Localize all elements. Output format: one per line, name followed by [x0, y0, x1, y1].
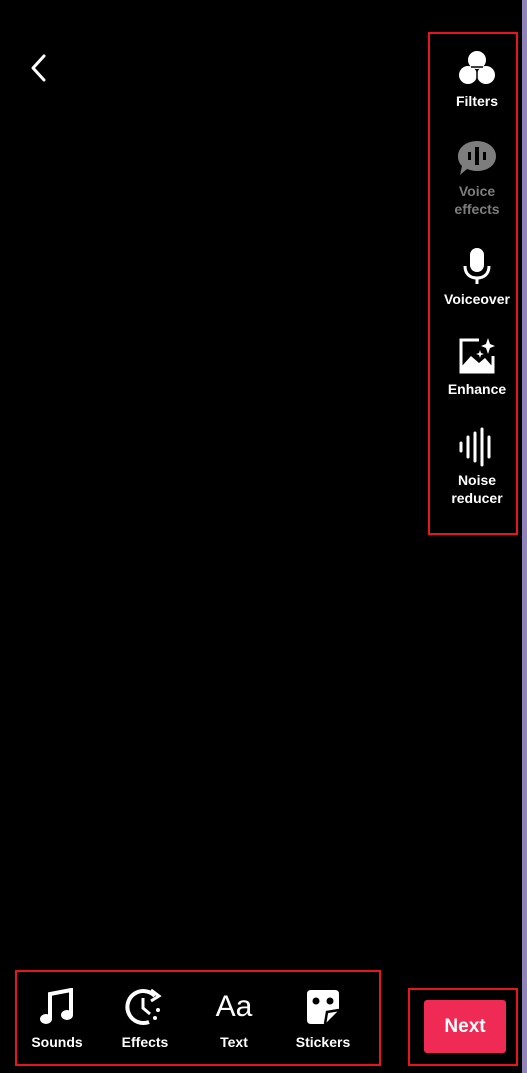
effects-button[interactable]: Effects — [105, 988, 185, 1050]
effects-label: Effects — [121, 1034, 169, 1050]
noise-reducer-label: Noise reducer — [451, 472, 503, 506]
stickers-button[interactable]: Stickers — [283, 988, 363, 1050]
filters-icon — [459, 51, 495, 84]
text-icon: Aa — [215, 990, 253, 1023]
voiceover-label: Voiceover — [444, 291, 510, 307]
microphone-icon — [463, 248, 491, 284]
effects-icon — [125, 988, 162, 1025]
text-button[interactable]: Aa Text — [194, 988, 274, 1050]
voice-effects-button[interactable]: Voice effects — [430, 138, 524, 218]
voice-effects-icon — [458, 141, 496, 175]
enhance-button[interactable]: Enhance — [430, 336, 524, 398]
noise-reducer-button[interactable]: Noise reducer — [430, 427, 524, 507]
filters-label: Filters — [455, 93, 498, 109]
sounds-button[interactable]: Sounds — [17, 988, 97, 1050]
enhance-icon — [459, 338, 495, 374]
text-label: Text — [220, 1034, 248, 1050]
back-chevron-icon[interactable] — [26, 52, 54, 84]
noise-reducer-icon — [459, 427, 491, 467]
next-button[interactable]: Next — [424, 1000, 506, 1053]
voiceover-button[interactable]: Voiceover — [430, 246, 524, 308]
stickers-label: Stickers — [295, 1034, 351, 1050]
voice-effects-label: Voice effects — [454, 183, 500, 217]
music-note-icon — [40, 988, 73, 1024]
enhance-label: Enhance — [447, 381, 507, 397]
sticker-icon — [307, 990, 340, 1025]
sounds-label: Sounds — [31, 1034, 83, 1050]
filters-button[interactable]: Filters — [430, 48, 524, 110]
